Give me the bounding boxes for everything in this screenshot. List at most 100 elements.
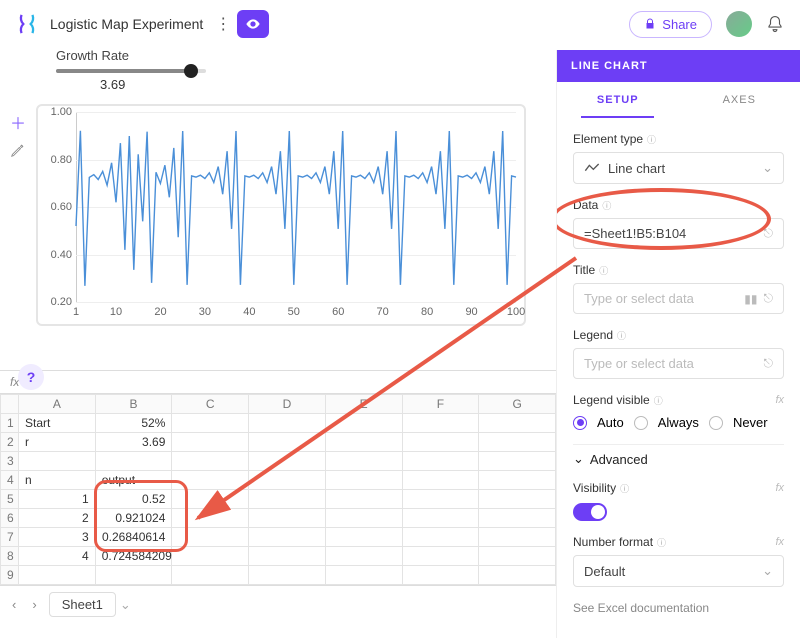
unlink-icon[interactable]: ⎋ — [764, 356, 774, 371]
slider-thumb[interactable] — [184, 64, 198, 78]
row-header[interactable]: 4 — [1, 471, 19, 490]
excel-doc-link[interactable]: See Excel documentation — [573, 601, 784, 615]
visibility-toggle[interactable] — [573, 503, 607, 521]
help-icon[interactable]: ⓘ — [654, 394, 663, 407]
more-menu-icon[interactable]: ⋮ — [215, 14, 229, 34]
data-input[interactable]: =Sheet1!B5:B104 ⎋ — [573, 218, 784, 249]
help-icon[interactable]: ⓘ — [647, 133, 656, 146]
row-header[interactable]: 2 — [1, 433, 19, 452]
table-row[interactable]: 4noutput — [1, 471, 556, 490]
cell[interactable] — [479, 509, 556, 528]
cell[interactable] — [172, 547, 249, 566]
sheet-prev-icon[interactable]: ‹ — [8, 595, 20, 614]
help-icon[interactable]: ⓘ — [617, 329, 626, 342]
radio-always[interactable] — [634, 416, 648, 430]
cell[interactable]: 52% — [95, 414, 172, 433]
document-title[interactable]: Logistic Map Experiment — [50, 16, 203, 32]
cell[interactable] — [479, 471, 556, 490]
fx-hint[interactable]: fx — [775, 394, 784, 406]
cell[interactable] — [479, 433, 556, 452]
cell[interactable]: Start — [19, 414, 96, 433]
table-row[interactable]: 730.26840614 — [1, 528, 556, 547]
row-header[interactable]: 5 — [1, 490, 19, 509]
cell[interactable] — [325, 433, 402, 452]
cell[interactable] — [402, 528, 479, 547]
cell[interactable] — [325, 452, 402, 471]
cell[interactable] — [172, 509, 249, 528]
cell[interactable] — [402, 490, 479, 509]
cell[interactable] — [249, 471, 326, 490]
radio-auto[interactable] — [573, 416, 587, 430]
cell[interactable] — [19, 452, 96, 471]
cell[interactable] — [402, 547, 479, 566]
cell[interactable] — [249, 414, 326, 433]
help-icon[interactable]: ⓘ — [657, 536, 666, 549]
slider[interactable] — [56, 69, 206, 73]
cell[interactable] — [172, 566, 249, 585]
advanced-toggle[interactable]: ⌄ Advanced — [573, 444, 784, 467]
help-button[interactable]: ? — [18, 364, 44, 390]
cell[interactable] — [249, 566, 326, 585]
col-header[interactable]: B — [95, 395, 172, 414]
table-row[interactable]: 510.52 — [1, 490, 556, 509]
cell[interactable] — [479, 566, 556, 585]
table-row[interactable]: 1Start52% — [1, 414, 556, 433]
table-row[interactable]: 620.921024 — [1, 509, 556, 528]
cell[interactable]: 0.26840614 — [95, 528, 172, 547]
cell[interactable] — [95, 566, 172, 585]
tab-setup[interactable]: SETUP — [557, 82, 679, 118]
cell[interactable] — [402, 566, 479, 585]
cell[interactable] — [172, 452, 249, 471]
add-element-icon[interactable]: ＋ — [10, 110, 26, 134]
legend-input[interactable]: Type or select data ⎋ — [573, 348, 784, 379]
cell[interactable] — [249, 433, 326, 452]
sheet-tab-chevron-icon[interactable]: ⌄ — [120, 597, 131, 613]
cell[interactable]: 4 — [19, 547, 96, 566]
cell[interactable]: output — [95, 471, 172, 490]
cell[interactable]: 0.921024 — [95, 509, 172, 528]
cell[interactable] — [325, 566, 402, 585]
table-row[interactable]: 840.724584209 — [1, 547, 556, 566]
row-header[interactable]: 1 — [1, 414, 19, 433]
col-header[interactable]: F — [402, 395, 479, 414]
cell[interactable]: r — [19, 433, 96, 452]
cell[interactable] — [479, 452, 556, 471]
table-row[interactable]: 9 — [1, 566, 556, 585]
col-header[interactable]: E — [325, 395, 402, 414]
cell[interactable]: n — [19, 471, 96, 490]
tab-axes[interactable]: AXES — [679, 82, 800, 118]
cell[interactable] — [249, 528, 326, 547]
cell[interactable] — [249, 490, 326, 509]
title-input[interactable]: Type or select data ▮▮ ⎋ — [573, 283, 784, 314]
cell[interactable] — [172, 490, 249, 509]
cell[interactable] — [479, 490, 556, 509]
cell[interactable] — [325, 528, 402, 547]
cell[interactable]: 0.724584209 — [95, 547, 172, 566]
cell[interactable] — [325, 509, 402, 528]
cell[interactable] — [325, 414, 402, 433]
col-header[interactable]: D — [249, 395, 326, 414]
sheet-tab[interactable]: Sheet1 — [49, 592, 116, 617]
row-header[interactable]: 8 — [1, 547, 19, 566]
unlink-icon[interactable]: ⎋ — [764, 226, 774, 241]
help-icon[interactable]: ⓘ — [599, 264, 608, 277]
cell[interactable] — [172, 471, 249, 490]
col-header[interactable]: A — [19, 395, 96, 414]
row-header[interactable]: 3 — [1, 452, 19, 471]
cell[interactable] — [19, 566, 96, 585]
row-header[interactable]: 9 — [1, 566, 19, 585]
cell[interactable] — [249, 452, 326, 471]
cell[interactable] — [479, 528, 556, 547]
col-header[interactable]: G — [479, 395, 556, 414]
sheet-next-icon[interactable]: › — [28, 595, 40, 614]
cell[interactable]: 3 — [19, 528, 96, 547]
cell[interactable] — [479, 547, 556, 566]
table-row[interactable]: 3 — [1, 452, 556, 471]
share-button[interactable]: Share — [629, 11, 712, 38]
line-chart[interactable]: 0.200.400.600.801.0011020304050607080901… — [36, 104, 526, 326]
table-row[interactable]: 2r3.69 — [1, 433, 556, 452]
help-icon[interactable]: ⓘ — [620, 482, 629, 495]
preview-button[interactable] — [237, 10, 269, 38]
cell[interactable] — [325, 490, 402, 509]
cell[interactable] — [325, 471, 402, 490]
